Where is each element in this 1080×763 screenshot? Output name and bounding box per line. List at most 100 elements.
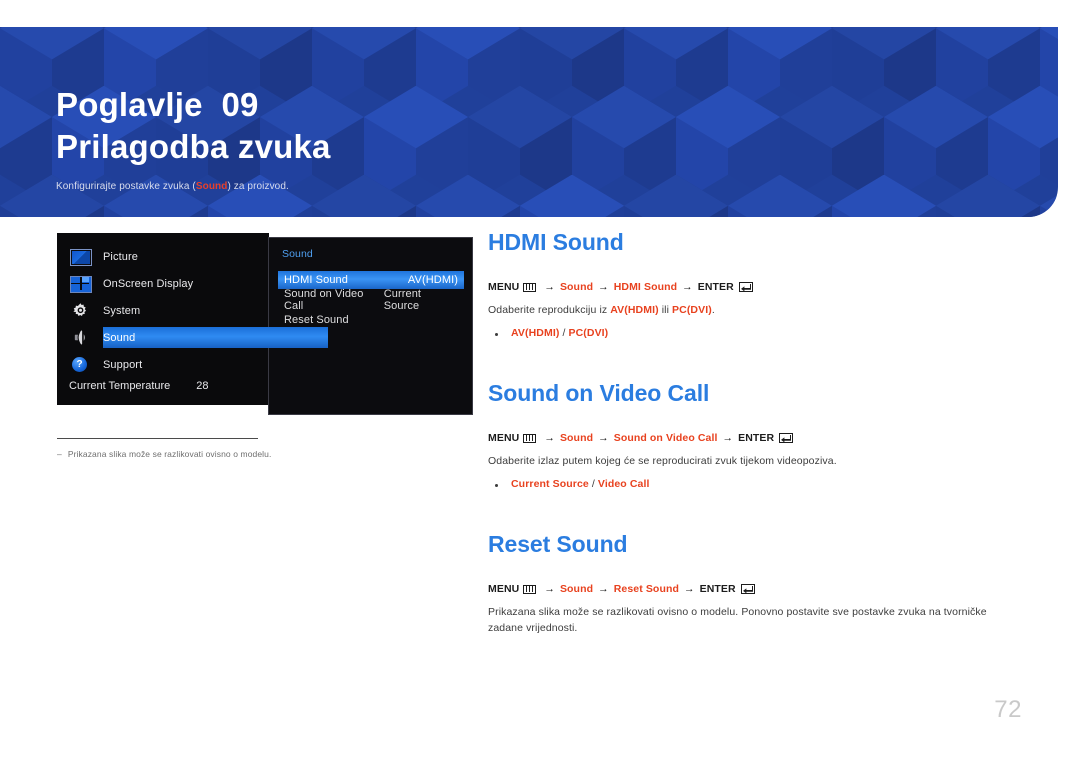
- enter-icon: [738, 282, 753, 292]
- osd-sidebar-item-onscreen-display[interactable]: OnScreen Display: [57, 270, 269, 297]
- chapter-title: Prilagodba zvuka: [56, 128, 331, 165]
- arrow-glyph: →: [682, 281, 693, 293]
- chapter-label: Poglavlje: [56, 86, 203, 123]
- bullet-dot-icon: [495, 484, 498, 487]
- body-bold-2: PC(DVI): [672, 304, 712, 316]
- current-temperature-value: 28: [196, 380, 209, 392]
- body-pre: Prikazana slika može se razlikovati ovis…: [488, 606, 987, 634]
- osd-menu-screenshot: Picture OnScreen Display System Sound ? …: [57, 233, 473, 415]
- section-bullet: Current Source / Video Call: [488, 478, 1008, 490]
- menu-path: MENU → Sound → Reset Sound → ENTER: [488, 583, 1008, 595]
- osd-panel-item-name: Sound on Video Call: [284, 288, 364, 312]
- enter-icon: [779, 433, 794, 443]
- menu-icon: [523, 433, 537, 443]
- section-bullet: AV(HDMI) / PC(DVI): [488, 327, 1008, 339]
- section-heading: Sound on Video Call: [488, 380, 710, 406]
- subtitle-highlight: Sound: [195, 181, 228, 192]
- bullet-option-1: Current Source: [511, 478, 589, 490]
- osd-sidebar-item-picture[interactable]: Picture: [57, 243, 269, 270]
- section-body: Odaberite reprodukciju iz AV(HDMI) ili P…: [488, 302, 1008, 318]
- menu-path-step-1: Sound: [559, 281, 594, 293]
- menu-path-step-2: Sound on Video Call: [613, 432, 718, 444]
- current-temperature-label: Current Temperature: [69, 380, 171, 392]
- body-pre: Odaberite izlaz putem kojeg će se reprod…: [488, 455, 837, 467]
- arrow-glyph: →: [544, 583, 555, 595]
- figure-footnote: – Prikazana slika može se razlikovati ovi…: [57, 438, 487, 459]
- osd-current-temperature: Current Temperature 28: [57, 373, 269, 399]
- menu-icon: [523, 282, 537, 292]
- menu-icon: [523, 584, 537, 594]
- menu-path-step-1: Sound: [559, 432, 594, 444]
- question-mark-icon: ?: [69, 356, 91, 374]
- menu-path-enter-label: ENTER: [697, 281, 734, 293]
- footnote-divider: [57, 438, 258, 439]
- osd-panel-item-name: Reset Sound: [284, 314, 349, 326]
- onscreen-display-icon: [69, 275, 92, 293]
- arrow-glyph: →: [598, 281, 609, 293]
- osd-panel-title: Sound: [282, 248, 313, 260]
- menu-path-enter-label: ENTER: [699, 583, 736, 595]
- section-sound-on-video-call: Sound on Video Call MENU → Sound → Sound…: [488, 379, 1008, 490]
- menu-path-prefix: MENU: [488, 583, 520, 595]
- bullet-option-2: Video Call: [597, 478, 650, 490]
- banner-subtitle: Konfigurirajte postavke zvuka (Sound) za…: [56, 181, 331, 192]
- section-body: Odaberite izlaz putem kojeg će se reprod…: [488, 453, 1008, 469]
- section-reset-sound: Reset Sound MENU → Sound → Reset Sound →…: [488, 530, 1008, 636]
- section-body: Prikazana slika može se razlikovati ovis…: [488, 604, 998, 636]
- bullet-option-2: PC(DVI): [568, 327, 609, 339]
- osd-selection-highlight: [103, 327, 328, 348]
- osd-sidebar-item-label: Picture: [103, 250, 138, 263]
- arrow-glyph: →: [684, 583, 695, 595]
- bullet-text: AV(HDMI) / PC(DVI): [511, 327, 608, 339]
- osd-sidebar-item-label: Sound: [103, 331, 136, 344]
- menu-path-step-2: Reset Sound: [613, 583, 679, 595]
- bullet-separator: /: [588, 478, 598, 490]
- osd-panel-item-value: AV(HDMI): [407, 274, 458, 286]
- bullet-text: Current Source / Video Call: [511, 478, 649, 490]
- section-heading: HDMI Sound: [488, 229, 624, 255]
- bullet-option-1: AV(HDMI): [511, 327, 560, 339]
- body-post: .: [711, 304, 715, 316]
- picture-icon: [69, 248, 92, 266]
- osd-panel-item-sound-on-video-call[interactable]: Sound on Video Call Current Source: [278, 288, 464, 312]
- gear-icon: [69, 302, 91, 320]
- menu-path-enter-label: ENTER: [738, 432, 775, 444]
- content-column: HDMI Sound MENU → Sound → HDMI Sound → E…: [488, 228, 1008, 636]
- osd-sound-panel: Sound HDMI Sound AV(HDMI) Sound on Video…: [268, 237, 473, 415]
- osd-panel-item-value: Current Source: [383, 288, 422, 312]
- body-mid: ili: [658, 304, 673, 316]
- menu-path-step-2: HDMI Sound: [613, 281, 678, 293]
- enter-icon: [740, 584, 755, 594]
- osd-panel-item-hdmi-sound[interactable]: HDMI Sound AV(HDMI): [278, 271, 464, 289]
- osd-sidebar-item-system[interactable]: System: [57, 297, 269, 324]
- arrow-glyph: →: [544, 281, 555, 293]
- chapter-number: 09: [221, 86, 259, 123]
- osd-sidebar-item-label: Support: [103, 358, 143, 371]
- bullet-dot-icon: [495, 333, 498, 336]
- arrow-glyph: →: [598, 583, 609, 595]
- menu-path-prefix: MENU: [488, 281, 520, 293]
- menu-path: MENU → Sound → Sound on Video Call → ENT…: [488, 432, 1008, 444]
- footnote-text: Prikazana slika može se razlikovati ovis…: [67, 449, 272, 459]
- footnote-dash: –: [57, 449, 62, 459]
- menu-path-step-1: Sound: [559, 583, 594, 595]
- arrow-glyph: →: [598, 432, 609, 444]
- section-hdmi-sound: HDMI Sound MENU → Sound → HDMI Sound → E…: [488, 228, 1008, 339]
- bullet-separator: /: [559, 327, 569, 339]
- osd-panel-item-name: HDMI Sound: [284, 274, 348, 286]
- section-heading: Reset Sound: [488, 531, 628, 557]
- osd-sidebar-item-sound[interactable]: Sound: [57, 324, 328, 351]
- banner-text-block: Poglavlje 09 Prilagodba zvuka Konfigurir…: [56, 85, 331, 192]
- osd-sidebar-item-label: OnScreen Display: [103, 277, 194, 290]
- chapter-line: Poglavlje 09: [56, 85, 331, 125]
- body-bold-1: AV(HDMI): [610, 304, 659, 316]
- arrow-glyph: →: [544, 432, 555, 444]
- footnote-text-row: – Prikazana slika može se razlikovati ovi…: [57, 449, 487, 459]
- menu-path-prefix: MENU: [488, 432, 520, 444]
- subtitle-suffix: ) za proizvod.: [227, 181, 289, 192]
- osd-sidebar-item-label: System: [103, 304, 141, 317]
- menu-path: MENU → Sound → HDMI Sound → ENTER: [488, 281, 1008, 293]
- osd-sidebar: Picture OnScreen Display System Sound ? …: [57, 233, 328, 405]
- subtitle-prefix: Konfigurirajte postavke zvuka (: [56, 181, 196, 192]
- arrow-glyph: →: [722, 432, 734, 444]
